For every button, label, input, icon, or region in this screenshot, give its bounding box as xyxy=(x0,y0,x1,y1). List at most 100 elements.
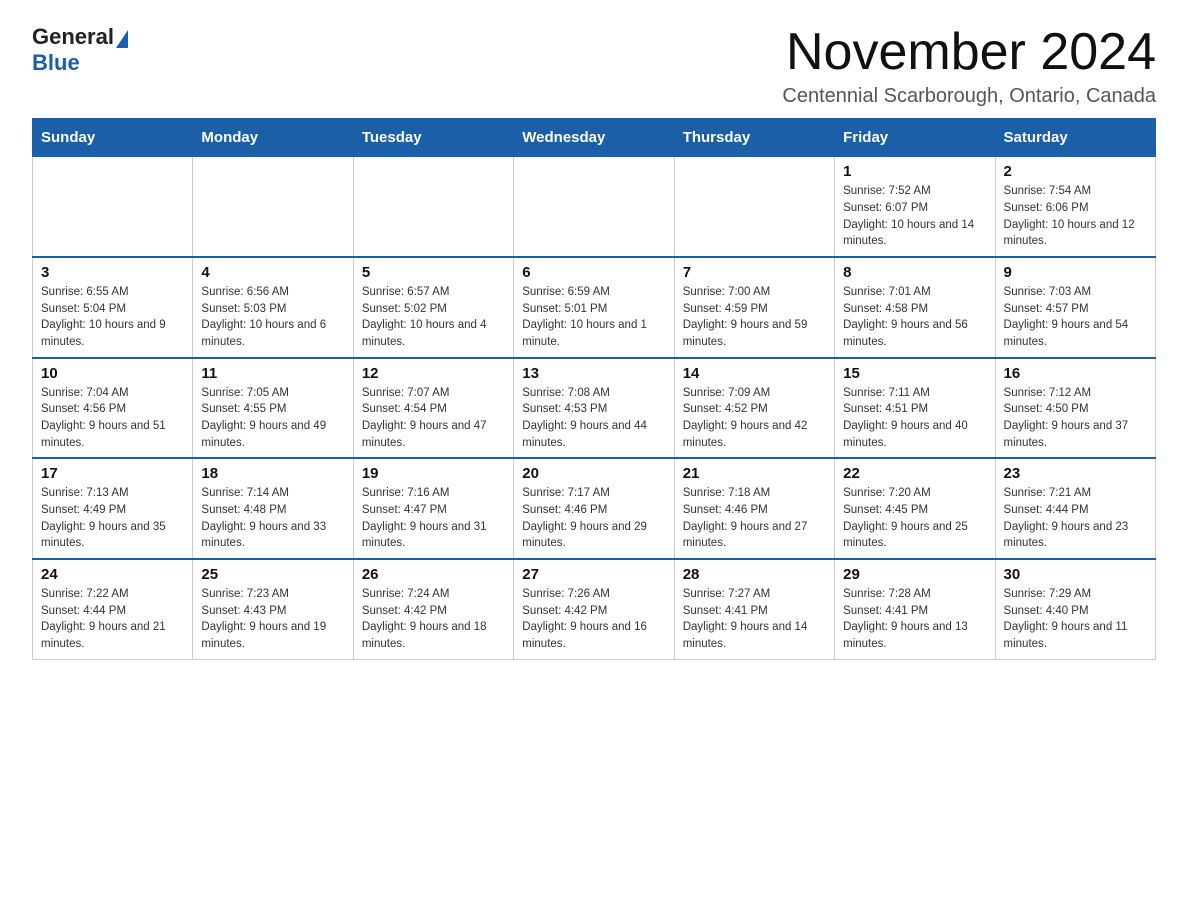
page-header: General Blue November 2024 Centennial Sc… xyxy=(32,24,1156,108)
day-number: 9 xyxy=(1004,264,1147,281)
day-info: Sunrise: 7:20 AMSunset: 4:45 PMDaylight:… xyxy=(843,485,986,552)
day-number: 7 xyxy=(683,264,826,281)
day-number: 23 xyxy=(1004,465,1147,482)
day-cell: 26 Sunrise: 7:24 AMSunset: 4:42 PMDayligh… xyxy=(353,559,513,659)
day-cell: 25 Sunrise: 7:23 AMSunset: 4:43 PMDayligh… xyxy=(193,559,353,659)
calendar-header-wednesday: Wednesday xyxy=(514,119,674,157)
day-number: 29 xyxy=(843,566,986,583)
calendar-header-row: SundayMondayTuesdayWednesdayThursdayFrid… xyxy=(33,119,1156,157)
week-row-5: 24 Sunrise: 7:22 AMSunset: 4:44 PMDayligh… xyxy=(33,559,1156,659)
day-number: 10 xyxy=(41,365,184,382)
day-cell: 20 Sunrise: 7:17 AMSunset: 4:46 PMDayligh… xyxy=(514,458,674,559)
day-info: Sunrise: 7:16 AMSunset: 4:47 PMDaylight:… xyxy=(362,485,505,552)
day-info: Sunrise: 6:56 AMSunset: 5:03 PMDaylight:… xyxy=(201,284,344,351)
day-number: 3 xyxy=(41,264,184,281)
logo-general-text: General xyxy=(32,24,114,50)
day-number: 11 xyxy=(201,365,344,382)
day-number: 6 xyxy=(522,264,665,281)
day-info: Sunrise: 7:09 AMSunset: 4:52 PMDaylight:… xyxy=(683,385,826,452)
calendar-header-monday: Monday xyxy=(193,119,353,157)
day-cell: 30Sunrise: 7:29 AMSunset: 4:40 PMDayligh… xyxy=(995,559,1155,659)
day-cell: 23 Sunrise: 7:21 AMSunset: 4:44 PMDayligh… xyxy=(995,458,1155,559)
day-info: Sunrise: 7:22 AMSunset: 4:44 PMDaylight:… xyxy=(41,586,184,653)
calendar-header-tuesday: Tuesday xyxy=(353,119,513,157)
logo-blue-text: Blue xyxy=(32,50,80,75)
day-cell: 6Sunrise: 6:59 AMSunset: 5:01 PMDaylight… xyxy=(514,257,674,358)
day-number: 16 xyxy=(1004,365,1147,382)
day-info: Sunrise: 7:27 AMSunset: 4:41 PMDaylight:… xyxy=(683,586,826,653)
day-cell: 13Sunrise: 7:08 AMSunset: 4:53 PMDayligh… xyxy=(514,358,674,459)
day-cell xyxy=(33,157,193,257)
day-cell: 14 Sunrise: 7:09 AMSunset: 4:52 PMDayligh… xyxy=(674,358,834,459)
day-number: 14 xyxy=(683,365,826,382)
day-cell: 18 Sunrise: 7:14 AMSunset: 4:48 PMDayligh… xyxy=(193,458,353,559)
day-cell: 2 Sunrise: 7:54 AMSunset: 6:06 PMDaylight… xyxy=(995,157,1155,257)
day-cell: 11Sunrise: 7:05 AMSunset: 4:55 PMDayligh… xyxy=(193,358,353,459)
day-number: 19 xyxy=(362,465,505,482)
day-info: Sunrise: 7:52 AMSunset: 6:07 PMDaylight:… xyxy=(843,183,986,250)
day-number: 20 xyxy=(522,465,665,482)
day-number: 5 xyxy=(362,264,505,281)
day-cell: 1 Sunrise: 7:52 AMSunset: 6:07 PMDaylight… xyxy=(835,157,995,257)
title-area: November 2024 Centennial Scarborough, On… xyxy=(782,24,1156,108)
day-number: 2 xyxy=(1004,163,1147,180)
location-title: Centennial Scarborough, Ontario, Canada xyxy=(782,85,1156,108)
day-info: Sunrise: 7:21 AMSunset: 4:44 PMDaylight:… xyxy=(1004,485,1147,552)
day-cell xyxy=(353,157,513,257)
day-info: Sunrise: 7:17 AMSunset: 4:46 PMDaylight:… xyxy=(522,485,665,552)
day-number: 21 xyxy=(683,465,826,482)
day-number: 26 xyxy=(362,566,505,583)
day-info: Sunrise: 7:00 AMSunset: 4:59 PMDaylight:… xyxy=(683,284,826,351)
week-row-4: 17 Sunrise: 7:13 AMSunset: 4:49 PMDayligh… xyxy=(33,458,1156,559)
day-info: Sunrise: 7:26 AMSunset: 4:42 PMDaylight:… xyxy=(522,586,665,653)
day-cell xyxy=(674,157,834,257)
day-number: 13 xyxy=(522,365,665,382)
day-info: Sunrise: 7:14 AMSunset: 4:48 PMDaylight:… xyxy=(201,485,344,552)
day-cell: 19 Sunrise: 7:16 AMSunset: 4:47 PMDayligh… xyxy=(353,458,513,559)
day-cell xyxy=(514,157,674,257)
day-info: Sunrise: 6:57 AMSunset: 5:02 PMDaylight:… xyxy=(362,284,505,351)
day-cell: 21 Sunrise: 7:18 AMSunset: 4:46 PMDayligh… xyxy=(674,458,834,559)
day-cell: 24 Sunrise: 7:22 AMSunset: 4:44 PMDayligh… xyxy=(33,559,193,659)
day-info: Sunrise: 7:28 AMSunset: 4:41 PMDaylight:… xyxy=(843,586,986,653)
day-info: Sunrise: 7:23 AMSunset: 4:43 PMDaylight:… xyxy=(201,586,344,653)
calendar-header-thursday: Thursday xyxy=(674,119,834,157)
week-row-3: 10 Sunrise: 7:04 AMSunset: 4:56 PMDayligh… xyxy=(33,358,1156,459)
day-cell: 29 Sunrise: 7:28 AMSunset: 4:41 PMDayligh… xyxy=(835,559,995,659)
day-number: 4 xyxy=(201,264,344,281)
day-cell: 16 Sunrise: 7:12 AMSunset: 4:50 PMDayligh… xyxy=(995,358,1155,459)
day-number: 24 xyxy=(41,566,184,583)
day-cell: 22Sunrise: 7:20 AMSunset: 4:45 PMDayligh… xyxy=(835,458,995,559)
day-info: Sunrise: 7:54 AMSunset: 6:06 PMDaylight:… xyxy=(1004,183,1147,250)
day-number: 27 xyxy=(522,566,665,583)
day-cell: 9Sunrise: 7:03 AMSunset: 4:57 PMDaylight… xyxy=(995,257,1155,358)
day-info: Sunrise: 7:01 AMSunset: 4:58 PMDaylight:… xyxy=(843,284,986,351)
week-row-1: 1 Sunrise: 7:52 AMSunset: 6:07 PMDaylight… xyxy=(33,157,1156,257)
month-title: November 2024 xyxy=(782,24,1156,81)
day-number: 18 xyxy=(201,465,344,482)
day-cell: 12Sunrise: 7:07 AMSunset: 4:54 PMDayligh… xyxy=(353,358,513,459)
day-info: Sunrise: 7:13 AMSunset: 4:49 PMDaylight:… xyxy=(41,485,184,552)
day-info: Sunrise: 7:11 AMSunset: 4:51 PMDaylight:… xyxy=(843,385,986,452)
day-number: 1 xyxy=(843,163,986,180)
day-cell: 17 Sunrise: 7:13 AMSunset: 4:49 PMDayligh… xyxy=(33,458,193,559)
day-cell: 7 Sunrise: 7:00 AMSunset: 4:59 PMDaylight… xyxy=(674,257,834,358)
day-number: 17 xyxy=(41,465,184,482)
day-number: 12 xyxy=(362,365,505,382)
day-cell xyxy=(193,157,353,257)
day-number: 30 xyxy=(1004,566,1147,583)
logo-triangle-icon xyxy=(116,30,128,48)
day-info: Sunrise: 6:55 AMSunset: 5:04 PMDaylight:… xyxy=(41,284,184,351)
day-info: Sunrise: 7:12 AMSunset: 4:50 PMDaylight:… xyxy=(1004,385,1147,452)
calendar-header-saturday: Saturday xyxy=(995,119,1155,157)
day-cell: 3 Sunrise: 6:55 AMSunset: 5:04 PMDaylight… xyxy=(33,257,193,358)
day-cell: 4 Sunrise: 6:56 AMSunset: 5:03 PMDaylight… xyxy=(193,257,353,358)
calendar-header-friday: Friday xyxy=(835,119,995,157)
day-number: 8 xyxy=(843,264,986,281)
week-row-2: 3 Sunrise: 6:55 AMSunset: 5:04 PMDaylight… xyxy=(33,257,1156,358)
day-number: 25 xyxy=(201,566,344,583)
day-info: Sunrise: 7:24 AMSunset: 4:42 PMDaylight:… xyxy=(362,586,505,653)
day-info: Sunrise: 7:04 AMSunset: 4:56 PMDaylight:… xyxy=(41,385,184,452)
day-cell: 28Sunrise: 7:27 AMSunset: 4:41 PMDayligh… xyxy=(674,559,834,659)
day-info: Sunrise: 7:18 AMSunset: 4:46 PMDaylight:… xyxy=(683,485,826,552)
